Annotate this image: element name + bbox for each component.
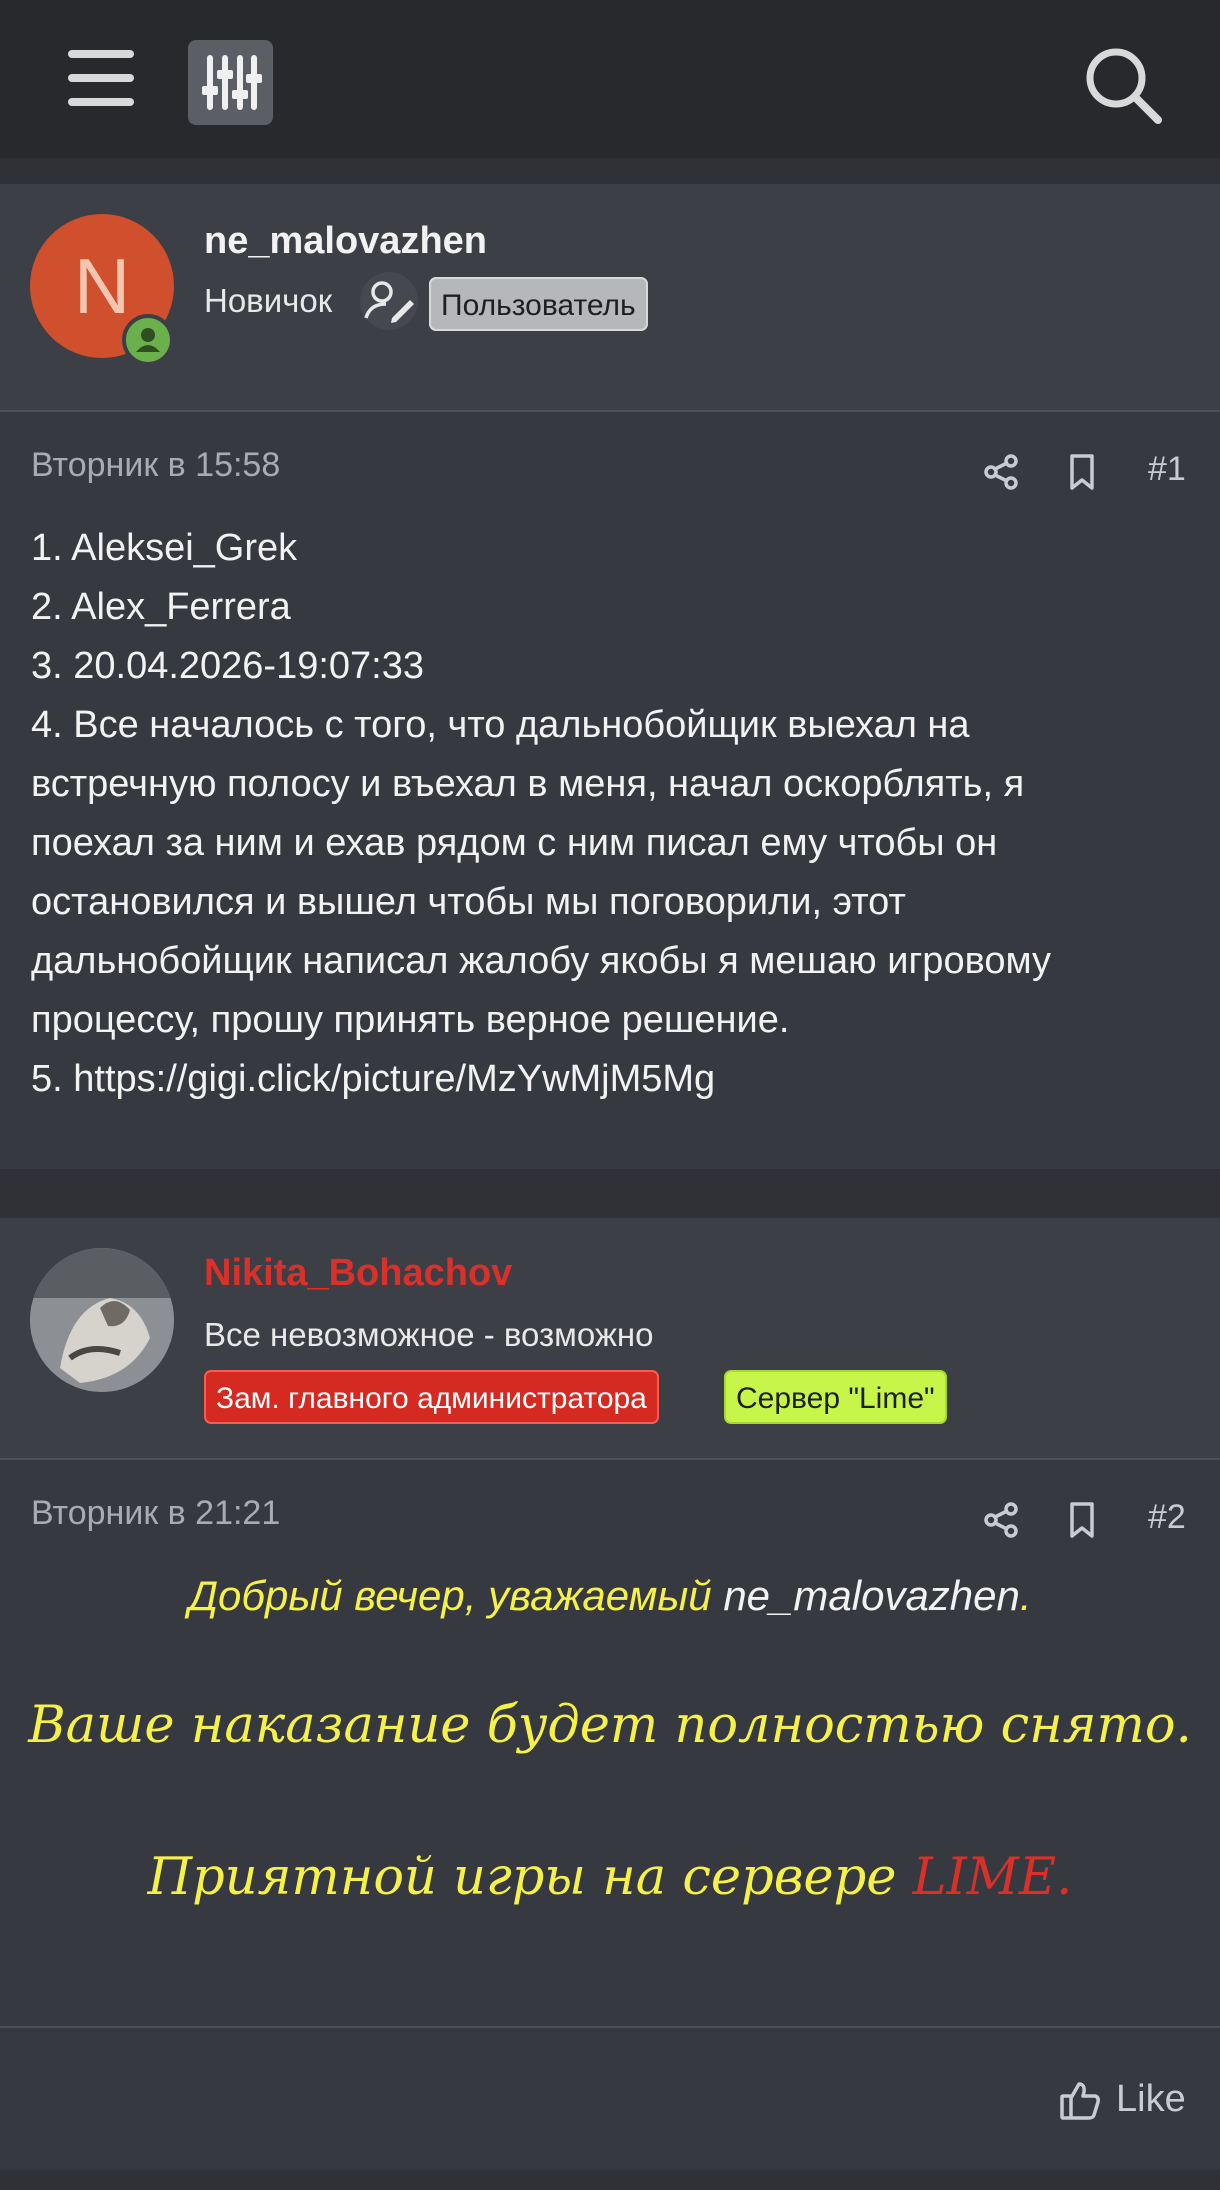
farewell-text: Приятной игры на сервере <box>147 1848 913 1907</box>
user-edit-icon <box>360 272 418 330</box>
post-author-header: N ne_malovazhen Новичок Пользователь <box>0 184 1220 412</box>
filter-sliders-icon[interactable] <box>188 40 273 125</box>
post-footer: Like <box>0 2026 1220 2170</box>
message-line: встречную полосу и въехал в меня, начал … <box>31 763 1025 805</box>
farewell-line: Приятной игры на сервере LIME. <box>0 1848 1220 1907</box>
post-1: N ne_malovazhen Новичок Пользователь Вто… <box>0 184 1220 1169</box>
top-navigation-bar <box>0 0 1220 158</box>
avatar[interactable] <box>30 1248 174 1392</box>
post-number[interactable]: #1 <box>1148 450 1186 489</box>
user-group-badge: Пользователь <box>429 277 648 331</box>
message-line: поехал за ним и ехав рядом с ним писал е… <box>31 822 998 864</box>
bookmark-icon[interactable] <box>1062 452 1102 492</box>
message-line: дальнобойщик написал жалобу якобы я меша… <box>31 940 1052 982</box>
server-badge: Сервер "Lime" <box>724 1370 947 1424</box>
bookmark-icon[interactable] <box>1062 1500 1102 1540</box>
post-author-header: Nikita_Bohachov Все невозможное - возмож… <box>0 1218 1220 1460</box>
message-line: 1. Aleksei_Grek <box>31 527 298 569</box>
avatar[interactable]: N <box>30 214 174 366</box>
post-date[interactable]: Вторник в 21:21 <box>31 1494 280 1533</box>
like-label: Like <box>1116 2078 1186 2120</box>
user-title: Все невозможное - возможно <box>204 1316 654 1353</box>
message-line: остановился и вышел чтобы мы поговорили,… <box>31 881 906 923</box>
post-author-username[interactable]: ne_malovazhen <box>204 220 487 263</box>
greeting-text: Добрый вечер, уважаемый <box>188 1572 724 1619</box>
post-date[interactable]: Вторник в 15:58 <box>31 446 280 485</box>
message-line: 4. Все началось с того, что дальнобойщик… <box>31 704 970 746</box>
post-message-body: 1. Aleksei_Grek 2. Alex_Ferrera 3. 20.04… <box>31 519 1201 1109</box>
message-line: 2. Alex_Ferrera <box>31 586 291 628</box>
greeting-username: ne_malovazhen <box>723 1572 1020 1619</box>
search-icon[interactable] <box>1078 40 1168 130</box>
post-number[interactable]: #2 <box>1148 1498 1186 1537</box>
share-icon[interactable] <box>982 452 1022 492</box>
menu-icon[interactable] <box>62 50 142 120</box>
post-author-username[interactable]: Nikita_Bohachov <box>204 1252 512 1295</box>
greeting-line: Добрый вечер, уважаемый ne_malovazhen. <box>0 1572 1220 1620</box>
share-icon[interactable] <box>982 1500 1022 1540</box>
online-status-icon <box>122 314 174 366</box>
greeting-end: . <box>1019 1572 1032 1619</box>
server-name: LIME. <box>912 1848 1073 1907</box>
message-link-line[interactable]: 5. https://gigi.click/picture/MzYwMjM5Mg <box>31 1050 1201 1109</box>
admin-role-badge: Зам. главного администратора <box>204 1370 659 1424</box>
post-2: Nikita_Bohachov Все невозможное - возмож… <box>0 1218 1220 2170</box>
message-line: процессу, прошу принять верное решение. <box>31 999 790 1041</box>
thumbs-up-icon <box>1058 2078 1102 2122</box>
user-title: Новичок <box>204 282 333 319</box>
verdict-line: Ваше наказание будет полностью снято. <box>28 1696 1192 1755</box>
message-line: 3. 20.04.2026-19:07:33 <box>31 645 425 687</box>
